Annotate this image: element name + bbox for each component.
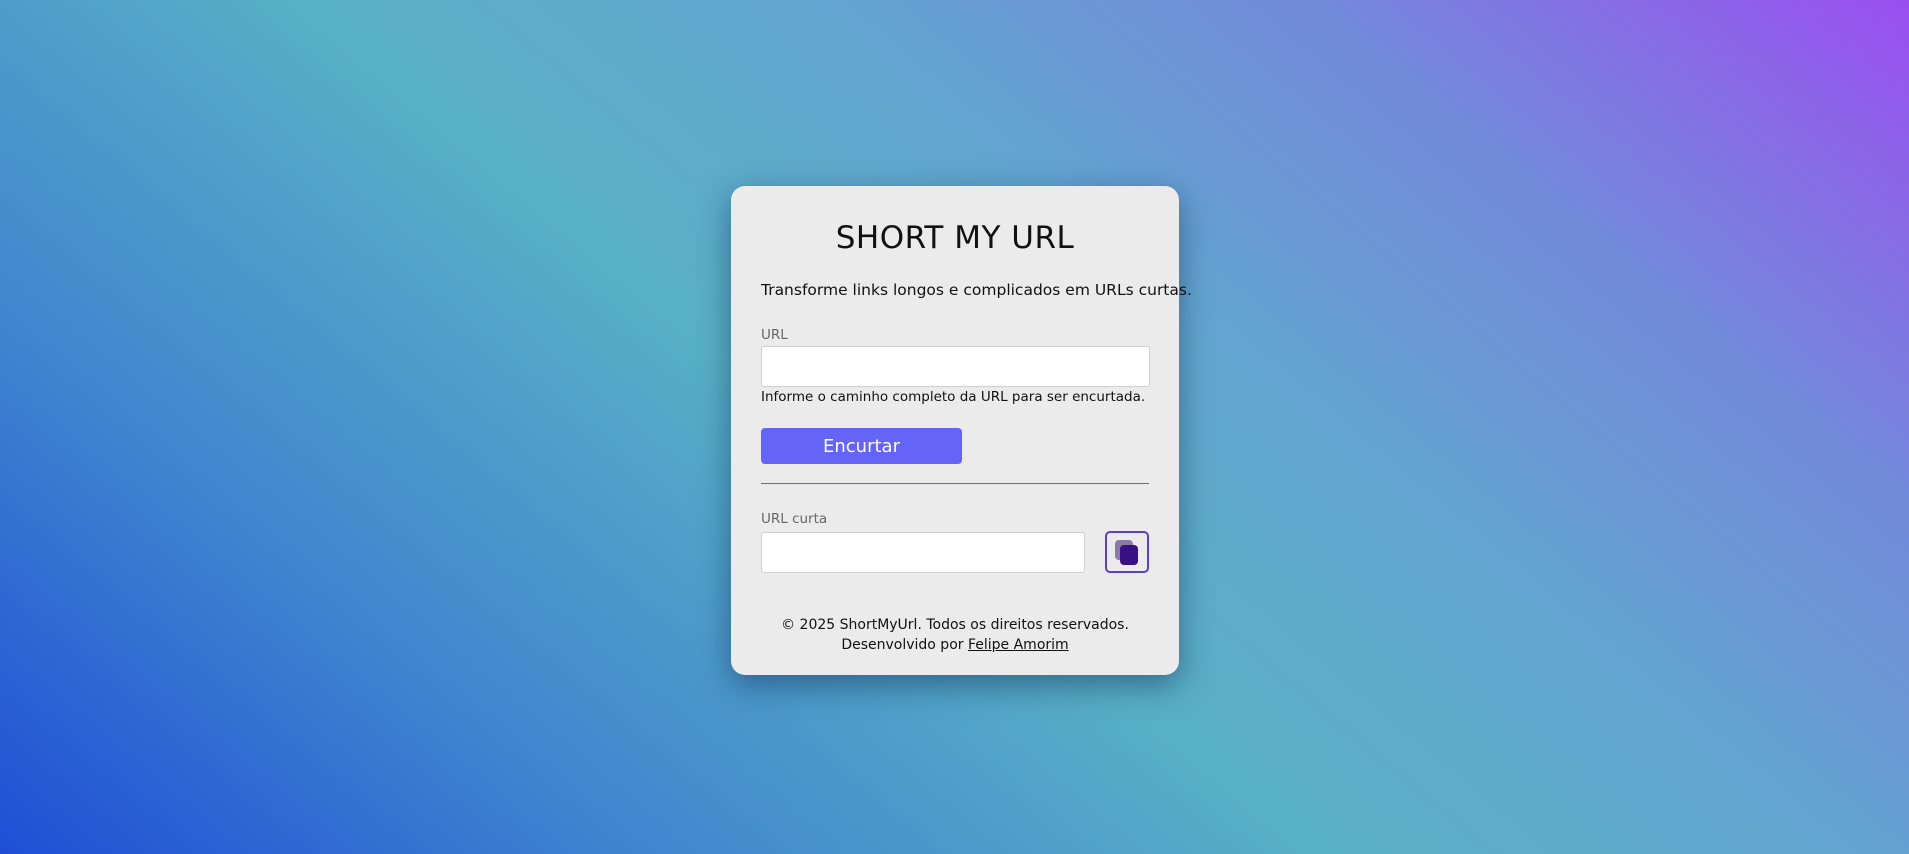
shorten-button[interactable]: Encurtar (761, 428, 962, 464)
developer-credit: Desenvolvido por Felipe Amorim (731, 635, 1179, 655)
app-subtitle: Transforme links longos e complicados em… (761, 281, 1192, 299)
url-label: URL (761, 327, 788, 343)
footer: © 2025 ShortMyUrl. Todos os direitos res… (731, 615, 1179, 655)
section-divider (761, 483, 1149, 484)
url-input[interactable] (761, 346, 1150, 387)
short-url-output[interactable] (761, 532, 1085, 573)
short-url-label: URL curta (761, 511, 828, 527)
url-help-text: Informe o caminho completo da URL para s… (761, 389, 1146, 405)
copyright-text: © 2025 ShortMyUrl. Todos os direitos res… (781, 617, 1129, 633)
app-title: SHORT MY URL (835, 220, 1075, 256)
shortener-card: SHORT MY URL Transforme links longos e c… (731, 186, 1192, 675)
author-link[interactable]: Felipe Amorim (968, 637, 1069, 653)
copy-button[interactable] (1105, 531, 1149, 573)
developed-by-text: Desenvolvido por (841, 637, 964, 653)
